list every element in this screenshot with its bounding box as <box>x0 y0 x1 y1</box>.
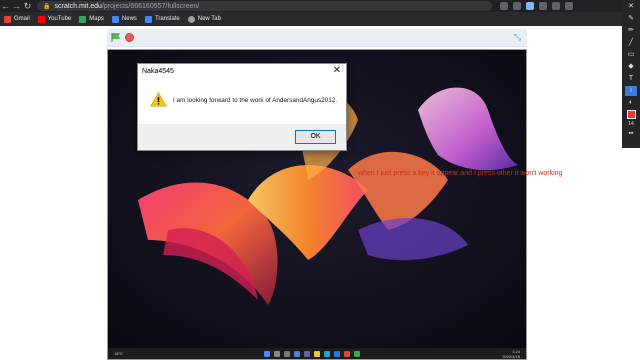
exit-fullscreen-icon[interactable]: ⤡ <box>512 32 523 43</box>
warning-icon <box>150 92 167 107</box>
menu-icon[interactable] <box>565 2 573 10</box>
puzzle-icon[interactable] <box>539 2 547 10</box>
bookmark-label: News <box>121 16 137 22</box>
url-path: /projects/666160557/fullscreen/ <box>101 2 200 10</box>
annotation-comment: when I just press a key it appear and I … <box>358 170 563 177</box>
fill-icon[interactable]: ◆ <box>625 62 637 72</box>
youtube-icon <box>37 15 45 23</box>
start-icon[interactable] <box>264 350 270 357</box>
ok-button[interactable]: OK <box>295 130 336 144</box>
bookmark-news[interactable]: News <box>111 15 137 23</box>
bookmark-new-tab[interactable]: New Tab <box>187 15 221 23</box>
task-view-icon[interactable] <box>284 350 290 357</box>
file-explorer-icon[interactable] <box>314 350 320 357</box>
rectangle-icon[interactable]: ▭ <box>625 50 637 60</box>
taskbar-clock[interactable]: 1:24 2022/4/18 <box>502 349 520 359</box>
globe-icon <box>187 15 195 23</box>
color-swatch[interactable] <box>626 110 636 119</box>
news-icon <box>111 15 119 23</box>
bookmarks-bar: Gmail YouTube Maps News Translate New Ta… <box>0 12 622 26</box>
line-icon[interactable]: ╱ <box>625 38 637 48</box>
bookmark-label: New Tab <box>197 16 221 22</box>
chat-icon[interactable] <box>304 350 310 357</box>
edge-icon[interactable] <box>324 350 330 357</box>
dialog-close-button[interactable]: ✕ <box>332 65 342 76</box>
drawing-toolbar: ✕ ✎ ✏ ╱ ▭ ◆ T i ◐ 14 ▪▪ <box>622 0 640 148</box>
browser-toolbar: ← → ↻ 🔒 scratch.mit.edu/projects/6661605… <box>0 0 622 12</box>
stop-icon[interactable] <box>125 33 134 42</box>
maps-icon <box>79 15 87 23</box>
text-icon[interactable]: T <box>625 74 637 84</box>
pencil-icon[interactable]: ✏ <box>625 26 637 36</box>
search-icon[interactable] <box>274 350 280 357</box>
message-dialog: Naka4545 ✕ I am looking forward to the w… <box>137 63 347 151</box>
dialog-title: Naka4545 <box>142 68 174 75</box>
lock-icon: 🔒 <box>43 3 51 10</box>
bookmark-label: Maps <box>89 16 104 22</box>
bookmark-label: Translate <box>154 16 180 22</box>
bookmark-label: YouTube <box>47 16 72 22</box>
taskbar-apps <box>264 350 360 357</box>
stroke-width-value[interactable]: 14 <box>628 121 634 127</box>
pen-icon[interactable]: ✎ <box>625 14 637 24</box>
dialog-message: I am looking forward to the work of Ande… <box>173 97 338 104</box>
bookmark-maps[interactable]: Maps <box>79 15 104 23</box>
bookmark-label: Gmail <box>14 16 30 22</box>
star-icon[interactable] <box>513 2 521 10</box>
forward-icon[interactable]: → <box>11 0 22 12</box>
right-margin <box>622 148 640 360</box>
eraser-icon[interactable]: ◐ <box>625 98 637 108</box>
bookmark-gmail[interactable]: Gmail <box>4 15 30 23</box>
clock-date: 2022/4/18 <box>502 353 520 359</box>
info-icon[interactable]: i <box>625 86 637 96</box>
weather-text: 18°C <box>114 351 123 356</box>
windows-taskbar: 18°C 1:24 2022/4/18 <box>108 348 526 359</box>
address-bar[interactable]: 🔒 scratch.mit.edu/projects/666160557/ful… <box>37 1 492 11</box>
translate-icon <box>144 15 152 23</box>
scratch-controls: ⤡ <box>107 29 527 47</box>
profile-icon[interactable] <box>552 2 560 10</box>
reload-icon[interactable]: ↻ <box>22 0 33 12</box>
chrome-icon[interactable] <box>344 350 350 357</box>
gmail-icon <box>4 15 11 23</box>
share-icon[interactable] <box>500 2 508 10</box>
more-icon[interactable]: ▪▪ <box>625 129 637 139</box>
widgets-icon[interactable] <box>294 350 300 357</box>
bookmark-youtube[interactable]: YouTube <box>37 15 72 23</box>
back-icon[interactable]: ← <box>0 0 11 12</box>
extension-icon[interactable] <box>526 2 534 10</box>
screen: ← → ↻ 🔒 scratch.mit.edu/projects/6661605… <box>0 0 640 360</box>
dialog-footer: OK <box>138 124 346 150</box>
extension-icons <box>500 2 573 10</box>
bookmark-translate[interactable]: Translate <box>144 15 180 23</box>
app-icon[interactable] <box>354 350 360 357</box>
url-host: scratch.mit.edu <box>54 2 102 10</box>
close-icon[interactable]: ✕ <box>625 2 637 12</box>
green-flag-icon[interactable] <box>110 32 121 43</box>
store-icon[interactable] <box>334 350 340 357</box>
